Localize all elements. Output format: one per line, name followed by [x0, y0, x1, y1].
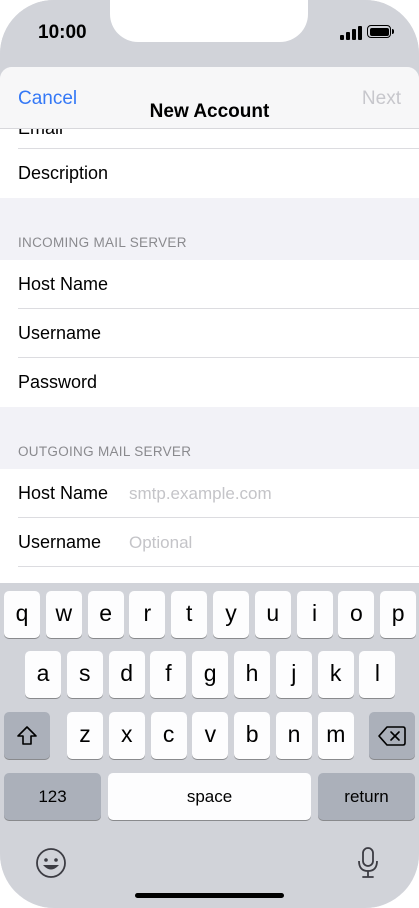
shift-key[interactable]: [4, 712, 50, 759]
key-u[interactable]: u: [254, 591, 291, 638]
microphone-icon[interactable]: [356, 846, 380, 880]
key-i[interactable]: i: [296, 591, 333, 638]
key-o[interactable]: o: [338, 591, 375, 638]
navigation-bar: Cancel New Account Next: [0, 67, 419, 129]
outgoing-section-header: OUTGOING MAIL SERVER: [0, 407, 419, 469]
key-c[interactable]: c: [150, 712, 187, 759]
key-a[interactable]: a: [25, 651, 61, 698]
key-m[interactable]: m: [317, 712, 354, 759]
key-j[interactable]: j: [275, 651, 312, 698]
shift-icon: [17, 726, 37, 745]
next-button[interactable]: Next: [362, 88, 401, 110]
backspace-icon: [378, 726, 406, 746]
incoming-host-row[interactable]: Host Name: [0, 260, 419, 309]
key-p[interactable]: p: [380, 591, 417, 638]
emoji-icon[interactable]: [35, 847, 67, 879]
key-q[interactable]: q: [4, 591, 40, 638]
email-row[interactable]: Email: [0, 128, 419, 149]
key-n[interactable]: n: [276, 712, 312, 759]
home-indicator: [135, 893, 284, 898]
outgoing-header-text: OUTGOING MAIL SERVER: [18, 444, 192, 459]
notch: [110, 0, 308, 42]
incoming-password-row[interactable]: Password: [0, 358, 419, 407]
key-l[interactable]: l: [359, 651, 396, 698]
key-x[interactable]: x: [108, 712, 145, 759]
email-label: Email: [18, 128, 64, 138]
signal-icon: [340, 26, 362, 40]
outgoing-host-input[interactable]: smtp.example.com: [129, 484, 272, 504]
status-time: 10:00: [38, 22, 87, 43]
key-t[interactable]: t: [171, 591, 208, 638]
key-h[interactable]: h: [234, 651, 270, 698]
account-form: Email Description INCOMING MAIL SERVER H…: [0, 128, 419, 616]
key-s[interactable]: s: [66, 651, 103, 698]
key-b[interactable]: b: [234, 712, 271, 759]
incoming-username-label: Username: [18, 323, 102, 343]
outgoing-username-row[interactable]: Username Optional: [0, 518, 419, 567]
key-g[interactable]: g: [192, 651, 229, 698]
key-y[interactable]: y: [213, 591, 249, 638]
description-row[interactable]: Description: [0, 149, 419, 198]
key-k[interactable]: k: [317, 651, 354, 698]
status-bar: 10:00: [0, 0, 419, 68]
space-key[interactable]: space: [108, 773, 311, 820]
outgoing-username-input[interactable]: Optional: [129, 533, 192, 553]
battery-icon: [367, 25, 394, 38]
key-z[interactable]: z: [67, 712, 103, 759]
key-d[interactable]: d: [108, 651, 145, 698]
return-key[interactable]: return: [318, 773, 415, 820]
incoming-password-label: Password: [18, 372, 98, 392]
outgoing-host-label: Host Name: [18, 483, 109, 503]
outgoing-username-label: Username: [18, 532, 102, 552]
key-r[interactable]: r: [129, 591, 166, 638]
key-v[interactable]: v: [192, 712, 229, 759]
key-w[interactable]: w: [45, 591, 82, 638]
delete-key[interactable]: [369, 712, 415, 759]
keyboard: qwertyuiop asdfghjkl zxcvbnm 123 space r…: [0, 583, 419, 908]
key-e[interactable]: e: [87, 591, 124, 638]
incoming-host-label: Host Name: [18, 274, 109, 294]
key-f[interactable]: f: [150, 651, 187, 698]
page-title: New Account: [149, 101, 270, 122]
outgoing-host-row[interactable]: Host Name smtp.example.com: [0, 469, 419, 518]
incoming-header-text: INCOMING MAIL SERVER: [18, 235, 187, 250]
incoming-section-header: INCOMING MAIL SERVER: [0, 198, 419, 260]
description-label: Description: [18, 163, 109, 183]
numbers-key[interactable]: 123: [4, 773, 101, 820]
phone-screen: 10:00 Cancel New Account Next Email Desc…: [0, 0, 419, 908]
incoming-username-row[interactable]: Username: [0, 309, 419, 358]
